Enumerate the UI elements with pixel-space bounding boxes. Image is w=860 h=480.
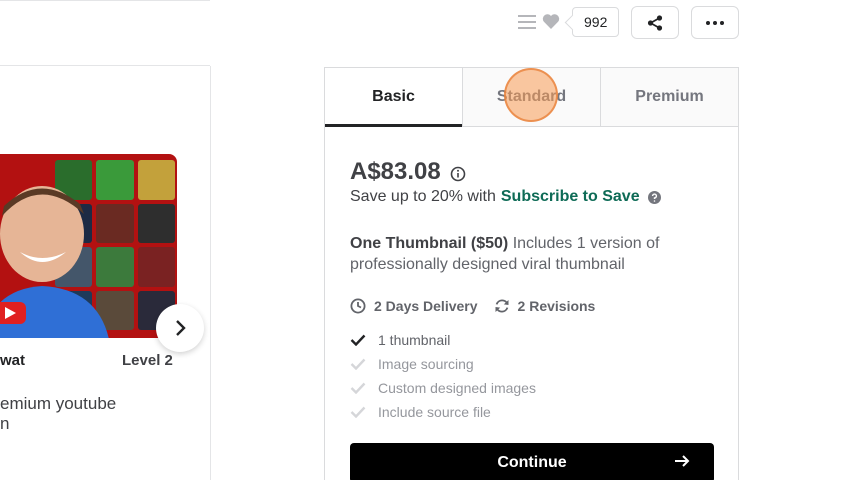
save-text: Save up to 20% with — [350, 188, 496, 205]
feature-label: 1 thumbnail — [378, 332, 451, 348]
check-icon — [350, 334, 366, 346]
arrow-right-icon — [675, 455, 690, 467]
feature-list: 1 thumbnail Image sourcing Custom design… — [350, 328, 536, 424]
subscribe-save-row: Save up to 20% with Subscribe to Save — [350, 188, 661, 206]
feature-item: 1 thumbnail — [350, 328, 536, 352]
delivery-revisions-row: 2 Days Delivery 2 Revisions — [350, 298, 595, 314]
heart-icon[interactable] — [542, 13, 560, 30]
check-icon — [350, 406, 366, 418]
price-row: A$83.08 — [350, 158, 466, 186]
feature-item: Include source file — [350, 400, 536, 424]
seller-name[interactable]: wat — [0, 352, 25, 369]
tab-basic[interactable]: Basic — [325, 68, 462, 127]
package-price: A$83.08 — [350, 158, 441, 185]
gig-preview-panel: wat Level 2 emium youtube n — [0, 66, 211, 480]
gig-title-line: emium youtube — [0, 394, 117, 413]
panel-divider — [0, 65, 210, 66]
feature-item: Image sourcing — [350, 352, 536, 376]
continue-label: Continue — [497, 454, 567, 471]
feature-label: Include source file — [378, 404, 491, 420]
gig-title-line: n — [0, 414, 10, 433]
top-divider — [0, 0, 210, 1]
delivery-time: 2 Days Delivery — [374, 298, 478, 314]
feature-label: Custom designed images — [378, 380, 536, 396]
chevron-right-icon — [176, 320, 186, 336]
share-button[interactable] — [631, 6, 679, 39]
more-icon — [706, 20, 724, 25]
tab-premium[interactable]: Premium — [600, 68, 738, 126]
help-icon[interactable] — [647, 190, 661, 204]
package-panel: Basic Standard Premium A$83.08 Save up t… — [324, 67, 739, 480]
carousel-next-button[interactable] — [156, 304, 204, 352]
info-icon[interactable] — [450, 166, 466, 182]
subscribe-to-save-link[interactable]: Subscribe to Save — [501, 188, 640, 206]
list-icon[interactable] — [518, 14, 536, 30]
package-name: One Thumbnail ($50) — [350, 235, 509, 252]
continue-button[interactable]: Continue — [350, 443, 714, 480]
check-icon — [350, 382, 366, 394]
gig-thumbnail[interactable] — [0, 154, 177, 338]
cursor-highlight — [504, 68, 558, 122]
clock-icon — [350, 298, 366, 314]
revisions-count: 2 Revisions — [517, 298, 596, 314]
check-icon — [350, 358, 366, 370]
share-icon — [647, 14, 663, 31]
feature-label: Image sourcing — [378, 356, 474, 372]
more-options-button[interactable] — [691, 6, 739, 39]
person-illustration — [0, 186, 109, 338]
like-count: 992 — [572, 7, 620, 37]
package-description: One Thumbnail ($50) Includes 1 version o… — [350, 233, 710, 275]
gig-title[interactable]: emium youtube n — [0, 394, 210, 434]
feature-item: Custom designed images — [350, 376, 536, 400]
refresh-icon — [495, 299, 509, 313]
seller-level-badge: Level 2 — [122, 352, 173, 369]
